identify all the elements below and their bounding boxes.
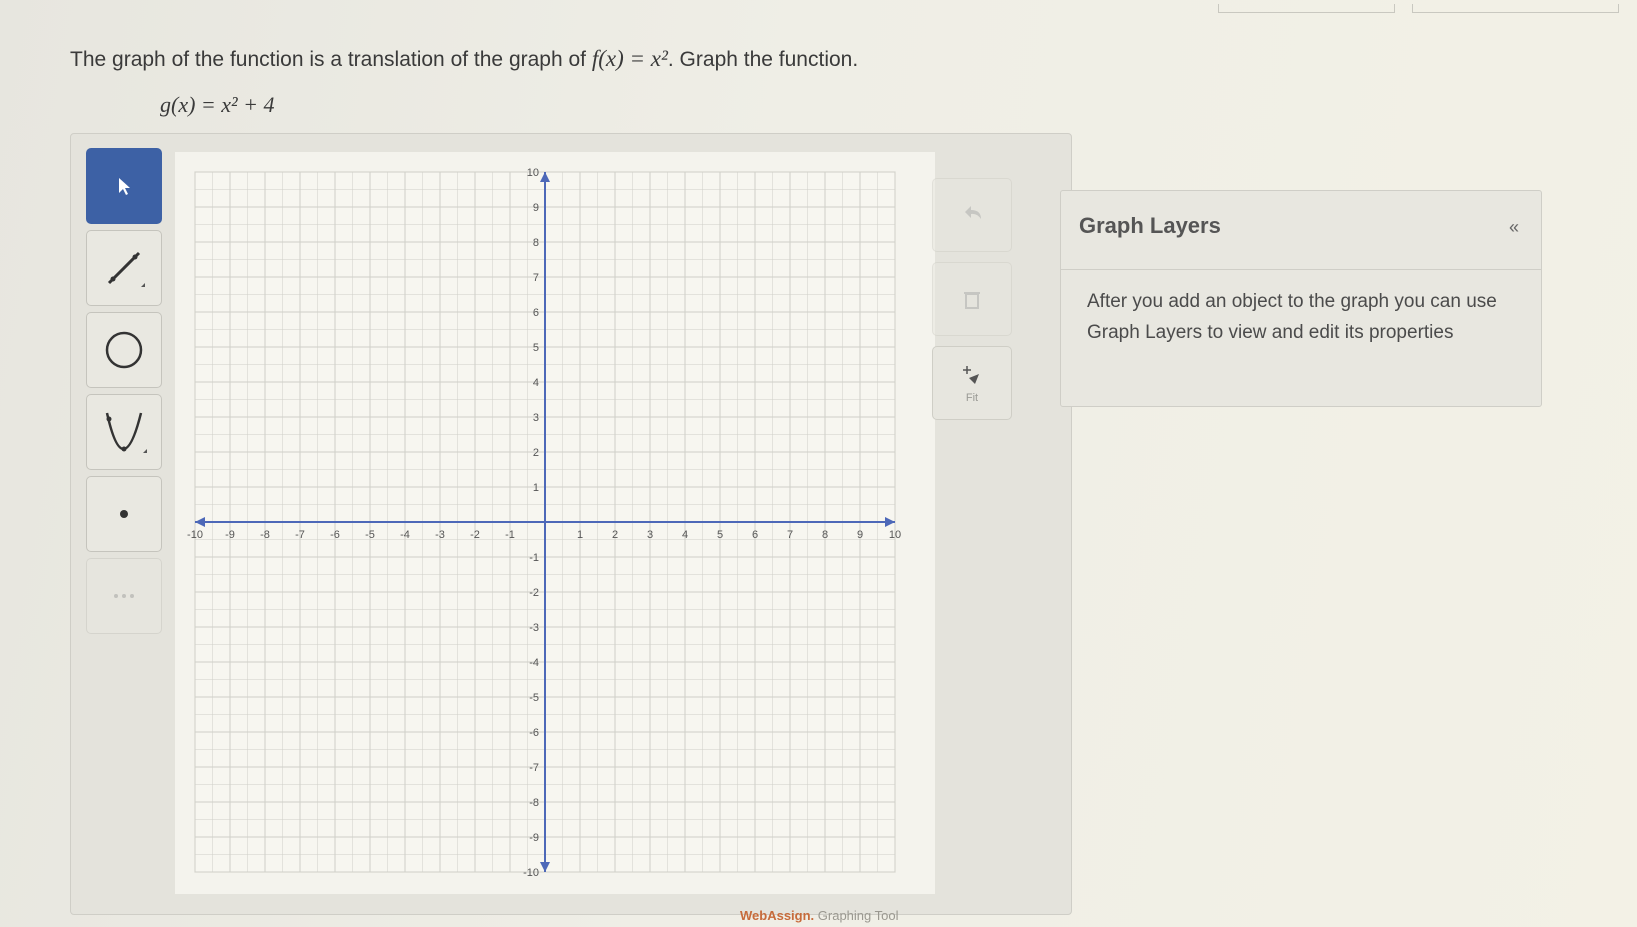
y-tick-label: 1 [533, 482, 539, 494]
circle-tool[interactable] [86, 312, 162, 388]
y-tick-label: 5 [533, 342, 539, 354]
x-tick-label: -3 [435, 529, 445, 541]
y-tick-label: 9 [533, 202, 539, 214]
y-tick-label: 4 [533, 377, 539, 389]
graph-layers-panel: Graph Layers « After you add an object t… [1060, 190, 1542, 407]
base-function: f(x) = x² [591, 46, 668, 71]
fit-icon [963, 366, 979, 384]
x-tick-label: 10 [889, 529, 901, 541]
x-tick-label: -4 [400, 529, 410, 541]
y-tick-label: -10 [523, 867, 539, 879]
pointer-icon [119, 178, 130, 195]
y-tick-label: 6 [533, 307, 539, 319]
target-function: g(x) = x² + 4 [160, 92, 275, 117]
prompt-text: The graph of the function is a translati… [70, 48, 592, 71]
y-tick-label: 7 [533, 272, 539, 284]
graph-layers-description: After you add an object to the graph you… [1087, 291, 1497, 343]
brand-name: WebAssign. [740, 908, 815, 923]
y-tick-label: -4 [529, 657, 539, 669]
collapse-icon[interactable]: « [1509, 217, 1519, 238]
y-tick-label: -1 [529, 552, 539, 564]
y-tick-label: -8 [529, 797, 539, 809]
y-tick-label: 2 [533, 447, 539, 459]
circle-icon [105, 331, 143, 369]
graph-canvas[interactable]: -10 -9 -8 -7 -6 -5 -4 -3 -2 -1 1 2 3 4 5 6 7 8 9 10 10 9 8 7 6 5 4… [175, 152, 935, 894]
x-tick-label: -7 [295, 529, 305, 541]
point-tool[interactable] [86, 476, 162, 552]
x-tick-label: -2 [470, 529, 480, 541]
extra-tool[interactable] [86, 558, 162, 634]
delete-button[interactable] [932, 262, 1012, 336]
graph-layers-title: Graph Layers [1079, 213, 1221, 238]
fit-label: Fit [965, 392, 979, 404]
x-tick-label: 4 [682, 529, 688, 541]
x-tick-label: -10 [187, 529, 203, 541]
x-tick-label: 2 [612, 529, 618, 541]
y-tick-label: -9 [529, 832, 539, 844]
undo-icon [965, 206, 981, 219]
x-tick-label: -5 [365, 529, 375, 541]
undo-button[interactable] [932, 178, 1012, 252]
fit-button[interactable]: Fit [932, 346, 1012, 420]
x-tick-label: -9 [225, 529, 235, 541]
top-tab-outline [1412, 4, 1619, 13]
y-tick-label: 8 [533, 237, 539, 249]
line-tool[interactable] [86, 230, 162, 306]
trash-icon [964, 292, 980, 309]
brand-suffix: Graphing Tool [814, 908, 899, 923]
line-icon [107, 251, 145, 287]
x-tick-label: 9 [857, 529, 863, 541]
x-tick-label: 5 [717, 529, 723, 541]
parabola-tool[interactable] [86, 394, 162, 470]
y-tick-label: -6 [529, 727, 539, 739]
x-tick-label: 6 [752, 529, 758, 541]
top-tab-outline [1218, 4, 1395, 13]
x-tick-label: 1 [577, 529, 583, 541]
select-tool[interactable] [86, 148, 162, 224]
y-tick-label: -3 [529, 622, 539, 634]
parabola-icon [105, 412, 147, 453]
y-tick-label: -5 [529, 692, 539, 704]
x-tick-label: -8 [260, 529, 270, 541]
x-tick-label: 8 [822, 529, 828, 541]
coordinate-plane[interactable]: -10 -9 -8 -7 -6 -5 -4 -3 -2 -1 1 2 3 4 5 6 7 8 9 10 10 9 8 7 6 5 4… [175, 152, 935, 894]
ellipsis-icon [114, 594, 134, 598]
question-prompt: The graph of the function is a translati… [70, 46, 858, 72]
y-tick-label: 10 [527, 167, 539, 179]
footer-brand: WebAssign. Graphing Tool [740, 908, 899, 923]
x-tick-label: -6 [330, 529, 340, 541]
y-tick-label: -7 [529, 762, 539, 774]
x-tick-label: 3 [647, 529, 653, 541]
y-tick-label: -2 [529, 587, 539, 599]
point-icon [120, 510, 128, 518]
prompt-text-end: . Graph the function. [667, 48, 859, 71]
graph-layers-header: Graph Layers « [1061, 191, 1541, 270]
y-tick-label: 3 [533, 412, 539, 424]
x-tick-label: -1 [505, 529, 515, 541]
x-tick-label: 7 [787, 529, 793, 541]
